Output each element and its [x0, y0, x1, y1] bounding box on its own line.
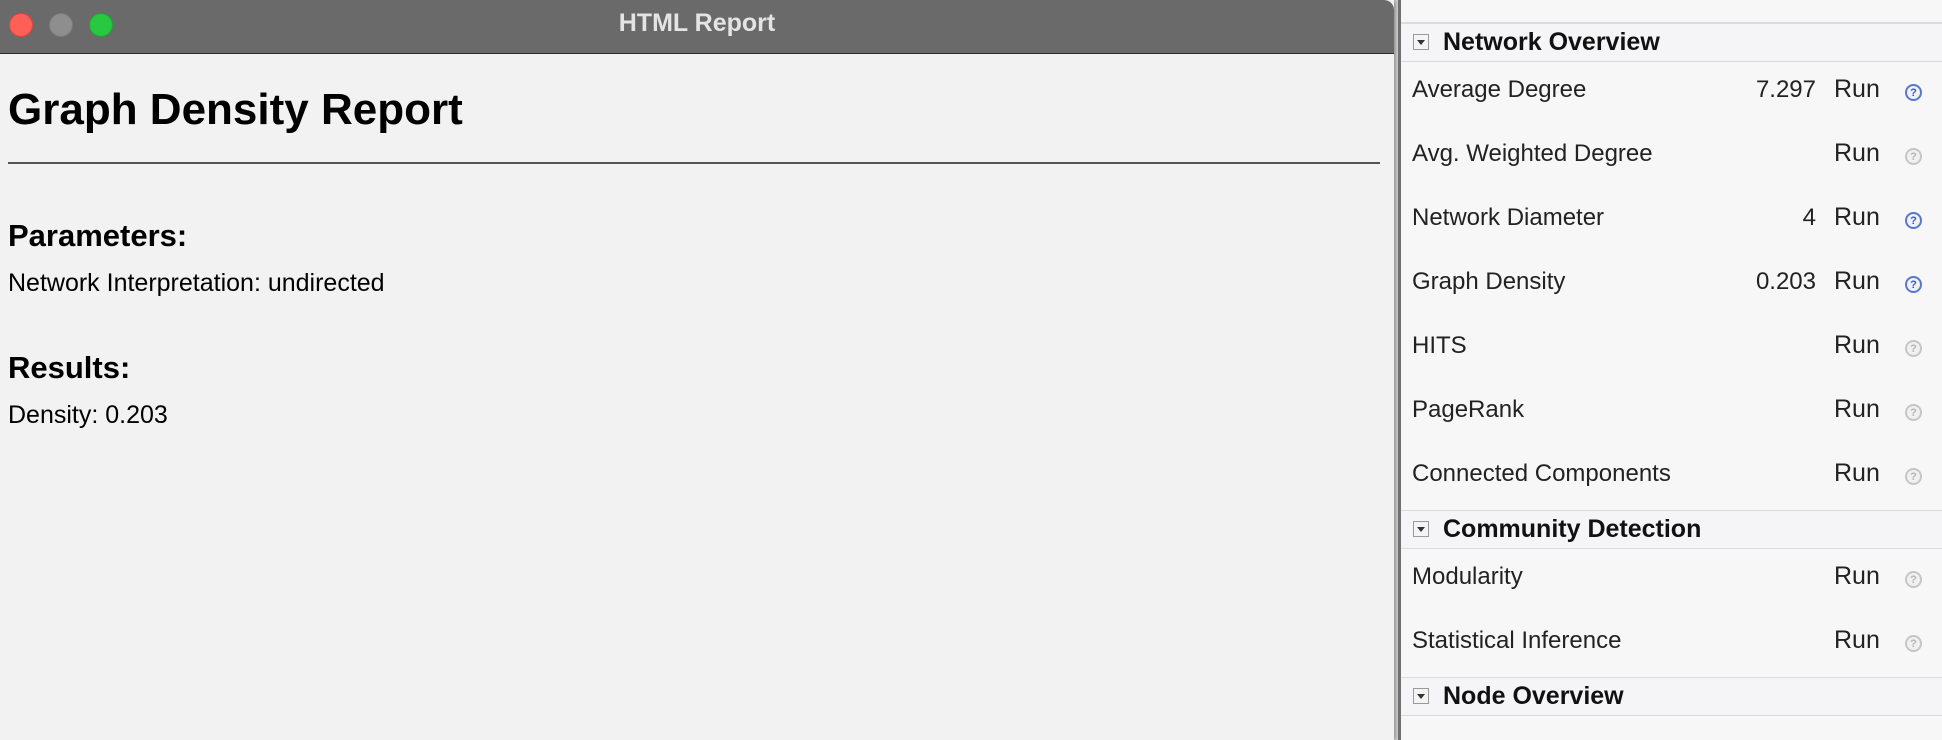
stat-value: 0.203: [1755, 268, 1816, 295]
help-icon[interactable]: ?: [1905, 212, 1922, 229]
stat-row-connected-components: Connected Components Run?: [1401, 446, 1942, 510]
group-title: Node Overview: [1443, 682, 1624, 710]
group-header-community-detection[interactable]: Community Detection: [1401, 510, 1942, 549]
help-icon[interactable]: ?: [1905, 468, 1922, 485]
collapse-toggle-icon[interactable]: [1413, 688, 1429, 704]
collapse-toggle-icon[interactable]: [1413, 521, 1429, 537]
run-button[interactable]: Run: [1834, 139, 1880, 168]
run-button[interactable]: Run: [1834, 562, 1880, 591]
stat-name: Network Diameter: [1412, 204, 1605, 231]
help-icon[interactable]: ?: [1905, 404, 1922, 421]
stat-name: Graph Density: [1412, 268, 1566, 295]
stat-row-average-degree: Average Degree 7.297 Run?: [1401, 62, 1942, 126]
help-icon[interactable]: ?: [1905, 84, 1922, 101]
stat-name: Avg. Weighted Degree: [1412, 140, 1653, 167]
stat-row-network-diameter: Network Diameter 4 Run?: [1401, 190, 1942, 254]
report-content: Graph Density Report Parameters: Network…: [0, 54, 1394, 431]
help-icon[interactable]: ?: [1905, 635, 1922, 652]
screen: HTML Report Graph Density Report Paramet…: [0, 0, 1942, 740]
run-button[interactable]: Run: [1834, 203, 1880, 232]
stat-row-modularity: Modularity Run?: [1401, 549, 1942, 613]
window-titlebar[interactable]: HTML Report: [0, 0, 1394, 54]
group-title: Community Detection: [1443, 515, 1702, 543]
stat-name: Average Degree: [1412, 76, 1587, 103]
run-button[interactable]: Run: [1834, 626, 1880, 655]
group-header-node-overview[interactable]: Node Overview: [1401, 677, 1942, 716]
stat-row-pagerank: PageRank Run?: [1401, 382, 1942, 446]
group-title: Network Overview: [1443, 28, 1660, 56]
results-text: Density: 0.203: [8, 401, 168, 429]
stat-name: Statistical Inference: [1412, 627, 1622, 654]
network-overview-list: Average Degree 7.297 Run? Avg. Weighted Deg…: [1401, 62, 1942, 510]
run-button[interactable]: Run: [1834, 267, 1880, 296]
run-button[interactable]: Run: [1834, 331, 1880, 360]
stat-name: Connected Components: [1412, 460, 1671, 487]
collapse-toggle-icon[interactable]: [1413, 34, 1429, 50]
window-title: HTML Report: [618, 9, 776, 37]
community-detection-list: Modularity Run? Statistical Inference Run?: [1401, 549, 1942, 677]
html-report-window: HTML Report Graph Density Report Paramet…: [0, 0, 1394, 740]
stat-value: 4: [1802, 204, 1816, 231]
stat-row-graph-density: Graph Density 0.203 Run?: [1401, 254, 1942, 318]
stat-name: HITS: [1412, 332, 1467, 359]
stat-row-statistical-inference: Statistical Inference Run?: [1401, 613, 1942, 677]
group-header-network-overview[interactable]: Network Overview: [1401, 23, 1942, 62]
parameters-text: Network Interpretation: undirected: [8, 269, 385, 297]
panel-top-strip: [1401, 0, 1942, 23]
run-button[interactable]: Run: [1834, 459, 1880, 488]
results-heading: Results:: [8, 350, 131, 385]
stat-row-avg-weighted-degree: Avg. Weighted Degree Run?: [1401, 126, 1942, 190]
stat-name: Modularity: [1412, 563, 1523, 590]
help-icon[interactable]: ?: [1905, 276, 1922, 293]
report-title: Graph Density Report: [8, 85, 463, 134]
stat-name: PageRank: [1412, 396, 1525, 423]
help-icon[interactable]: ?: [1905, 340, 1922, 357]
run-button[interactable]: Run: [1834, 75, 1880, 104]
statistics-panel: Network Overview Average Degree 7.297 Run?…: [1398, 0, 1942, 740]
parameters-heading: Parameters:: [8, 218, 188, 253]
stat-value: 7.297: [1755, 76, 1816, 103]
help-icon[interactable]: ?: [1905, 148, 1922, 165]
stat-row-hits: HITS Run?: [1401, 318, 1942, 382]
help-icon[interactable]: ?: [1905, 571, 1922, 588]
run-button[interactable]: Run: [1834, 395, 1880, 424]
